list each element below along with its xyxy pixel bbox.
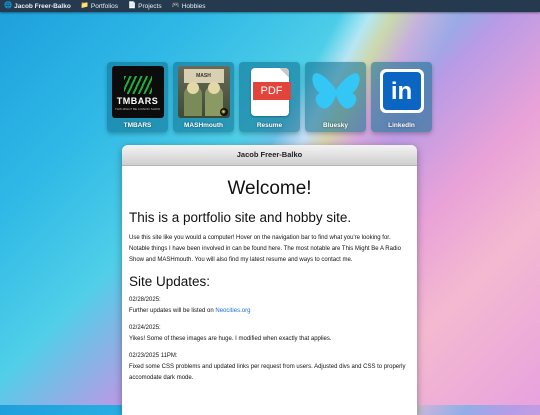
update-date: 02/23/2025 11PM: [129, 353, 178, 359]
desktop-icon-tmbars[interactable]: TMBARS THIS MIGHT BE A RADIO SHOW TMBARS [107, 62, 168, 132]
menu-portfolios-label: Portfolios [90, 2, 119, 10]
desktop-icon-resume[interactable]: PDF Resume [239, 62, 300, 132]
top-menu-bar: 🌐 Jacob Freer-Balko 📁 Portfolios 📄 Proje… [0, 0, 540, 12]
welcome-heading: Welcome! [227, 178, 312, 199]
tmbars-logo-subtext: THIS MIGHT BE A RADIO SHOW [114, 107, 161, 111]
globe-icon: 🌐 [4, 1, 13, 9]
desktop-icon-linkedin[interactable]: in LinkedIn [371, 62, 432, 132]
desktop-icon-row: TMBARS THIS MIGHT BE A RADIO SHOW TMBARS… [107, 62, 432, 132]
desktop-icon-label: MASHmouth [184, 122, 223, 129]
main-window: Jacob Freer-Balko Welcome! This is a por… [122, 145, 417, 415]
folder-icon: 📁 [80, 1, 89, 9]
update-date: 02/24/2025: [129, 325, 161, 331]
document-icon: 📄 [128, 1, 137, 9]
linkedin-icon: in [376, 66, 428, 118]
desktop-icon-mashmouth[interactable]: MASH ◉ MASHmouth [173, 62, 234, 132]
menu-projects-label: Projects [138, 2, 162, 10]
tmbars-logo-text: TMBARS [116, 96, 159, 106]
menu-projects[interactable]: 📄 Projects [124, 0, 168, 12]
pdf-icon-text: PDF [252, 82, 291, 100]
linkedin-icon-text: in [382, 72, 421, 110]
mashmouth-album-text: MASH [183, 69, 224, 83]
desktop-icon-bluesky[interactable]: Bluesky [305, 62, 366, 132]
update-text: Further updates will be listed on Neocit… [129, 306, 410, 317]
intro-paragraph-1: Use this site like you would a computer!… [129, 235, 391, 241]
pdf-icon: PDF [244, 66, 296, 118]
update-text: Fixed some CSS problems and updated link… [129, 364, 406, 381]
neocities-link[interactable]: Neocities.org [215, 308, 250, 314]
desktop-icon-label: Bluesky [323, 122, 348, 129]
window-titlebar[interactable]: Jacob Freer-Balko [122, 145, 417, 166]
gamepad-icon: 🎮 [171, 1, 180, 9]
menu-home-label: Jacob Freer-Balko [14, 2, 71, 10]
update-text-before: Further updates will be listed on [129, 308, 216, 314]
desktop-icon-label: Resume [256, 122, 283, 129]
menu-hobbies[interactable]: 🎮 Hobbies [168, 0, 212, 12]
update-date: 02/28/2025: [129, 297, 161, 303]
update-text: Yikes! Some of these images are huge. I … [129, 336, 332, 342]
window-content: Welcome! This is a portfolio site and ho… [122, 166, 417, 396]
menu-hobbies-label: Hobbies [181, 2, 206, 10]
mashmouth-album-icon: MASH ◉ [177, 66, 230, 118]
bluesky-butterfly-icon [310, 66, 362, 118]
desktop-icon-label: LinkedIn [388, 122, 415, 129]
tmbars-logo-icon: TMBARS THIS MIGHT BE A RADIO SHOW [111, 66, 164, 118]
intro-paragraph-2: Notable things I have been involved in c… [129, 246, 401, 263]
site-updates-heading: Site Updates: [129, 274, 211, 289]
desktop-icon-label: TMBARS [123, 122, 152, 129]
menu-portfolios[interactable]: 📁 Portfolios [77, 0, 124, 12]
menu-home[interactable]: 🌐 Jacob Freer-Balko [0, 0, 77, 12]
site-description-heading: This is a portfolio site and hobby site. [129, 210, 352, 225]
